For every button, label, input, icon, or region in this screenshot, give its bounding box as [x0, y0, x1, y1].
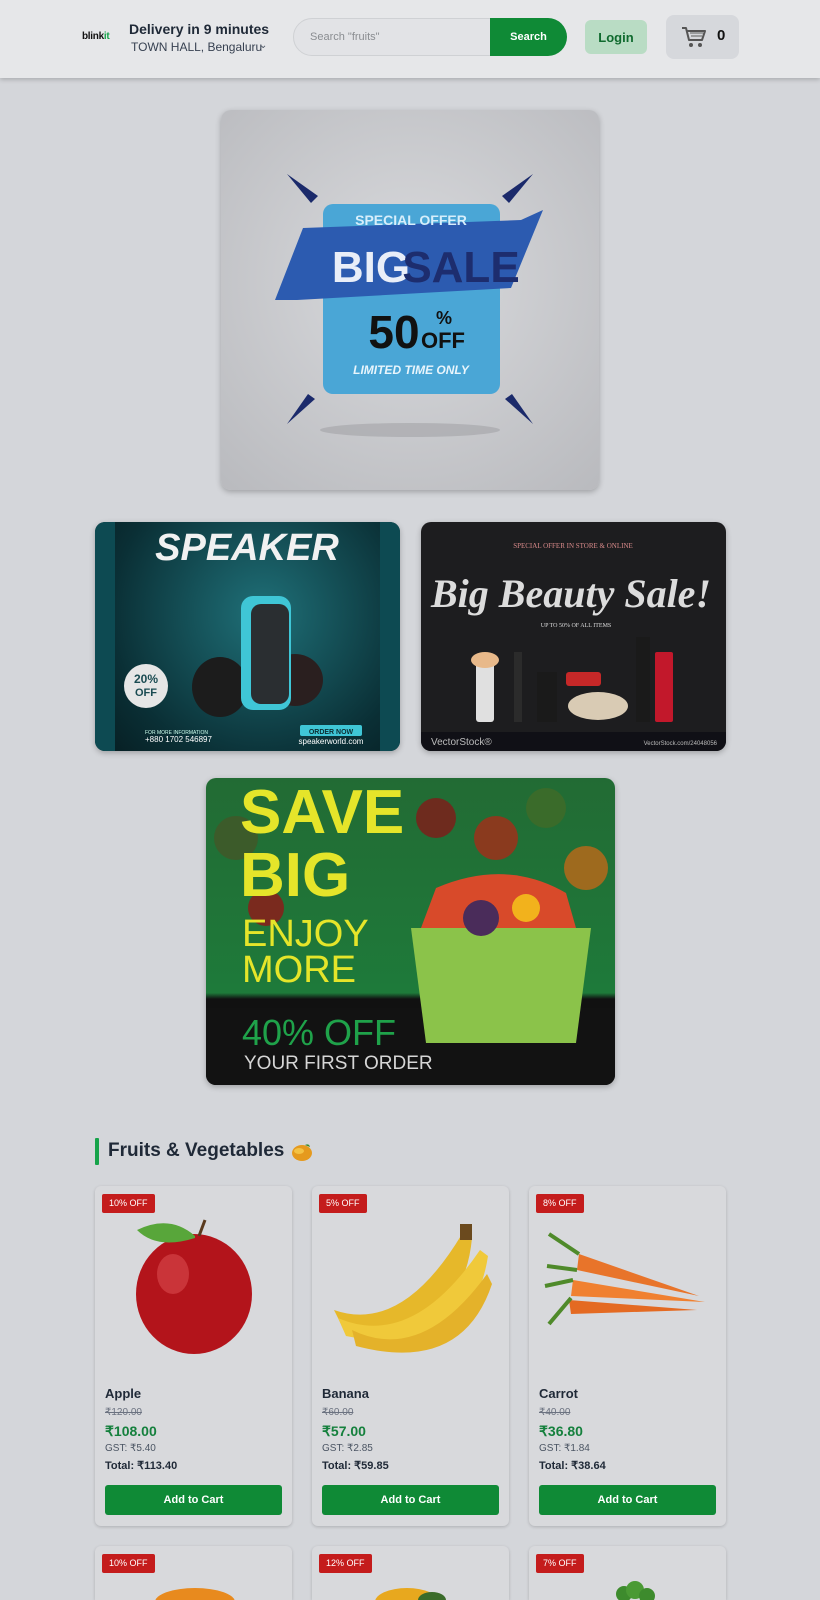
add-to-cart-button[interactable]: Add to Cart [539, 1485, 716, 1515]
logo-main: blink [82, 31, 104, 42]
big-sale-percent: 50 [368, 306, 419, 358]
save-big-banner[interactable]: SAVE BIG ENJOY MORE 40% OFF YOUR FIRST O… [206, 778, 615, 1085]
search-bar: Search [293, 18, 567, 56]
big-sale-top-text: SPECIAL OFFER [355, 212, 467, 228]
save-big-line2: BIG [240, 841, 350, 910]
speaker-cta: ORDER NOW [309, 729, 354, 736]
cart-button[interactable]: 0 [666, 15, 739, 59]
product-card-row2-1[interactable]: 10% OFF [95, 1546, 292, 1600]
product-price: ₹108.00 [105, 1423, 157, 1439]
save-big-artwork: SAVE BIG ENJOY MORE 40% OFF YOUR FIRST O… [206, 778, 615, 1085]
product-card-row2-2[interactable]: 12% OFF [312, 1546, 509, 1600]
beauty-credit: VectorStock.com/24048056 [644, 741, 718, 747]
discount-badge: 8% OFF [536, 1194, 584, 1213]
cart-count: 0 [717, 27, 726, 44]
mango-image [375, 1588, 446, 1600]
section-title: Fruits & Vegetables [108, 1140, 285, 1161]
product-gst: GST: ₹5.40 [105, 1443, 156, 1454]
product-total: Total: ₹38.64 [539, 1460, 606, 1472]
beauty-artwork: SPECIAL OFFER IN STORE & ONLINE Big Beau… [421, 542, 726, 751]
search-button[interactable]: Search [490, 18, 567, 56]
discount-badge: 10% OFF [102, 1554, 155, 1573]
product-mrp: ₹60.00 [322, 1407, 354, 1418]
section-accent-bar [95, 1138, 99, 1165]
discount-badge: 7% OFF [536, 1554, 584, 1573]
delivery-location[interactable]: TOWN HALL, Bengaluru [131, 40, 262, 54]
product-name: Apple [105, 1386, 142, 1401]
add-to-cart-button[interactable]: Add to Cart [105, 1485, 282, 1515]
top-header: blinkit Delivery in 9 minutes TOWN HALL,… [0, 0, 820, 78]
product-card-apple[interactable]: 10% OFF Apple ₹120.00 ₹108.00 GST: ₹5.40… [95, 1186, 292, 1526]
beauty-title: Big Beauty Sale! [430, 571, 711, 616]
logo-accent: it [103, 31, 110, 42]
product-total: Total: ₹113.40 [105, 1460, 178, 1472]
discount-badge: 5% OFF [319, 1194, 367, 1213]
beauty-sale-banner[interactable]: SPECIAL OFFER IN STORE & ONLINE Big Beau… [421, 522, 726, 751]
discount-badge: 10% OFF [102, 1194, 155, 1213]
big-sale-banner[interactable]: SPECIAL OFFER BIG SALE 50 % OFF LIMITED … [221, 110, 599, 490]
add-to-cart-button[interactable]: Add to Cart [322, 1485, 499, 1515]
carrot-image [544, 1232, 705, 1326]
chevron-down-icon[interactable]: ⌄ [259, 40, 267, 51]
product-name: Carrot [539, 1386, 579, 1401]
product-card-banana[interactable]: 5% OFF Banana ₹60.00 ₹57.00 GST: ₹2.85 T… [312, 1186, 509, 1526]
login-button[interactable]: Login [585, 20, 647, 54]
product-gst: GST: ₹1.84 [539, 1443, 590, 1454]
save-big-offer: 40% OFF [242, 1012, 396, 1053]
product-mrp: ₹40.00 [539, 1407, 571, 1418]
discount-badge: 12% OFF [319, 1554, 372, 1573]
cart-icon [682, 27, 706, 47]
blinkit-logo[interactable]: blinkit [82, 31, 110, 42]
big-sale-word-big: BIG [332, 243, 410, 292]
product-price: ₹57.00 [322, 1423, 366, 1439]
big-sale-word-sale: SALE [402, 243, 519, 292]
orange-image [155, 1588, 235, 1600]
big-sale-pct-sign: % [436, 308, 452, 328]
big-sale-artwork: SPECIAL OFFER BIG SALE 50 % OFF LIMITED … [275, 174, 543, 437]
speaker-phone: +880 1702 546897 [145, 735, 213, 744]
product-price: ₹36.80 [539, 1423, 583, 1439]
banana-image [334, 1224, 492, 1353]
speaker-website: speakerworld.com [299, 737, 364, 746]
product-gst: GST: ₹2.85 [322, 1443, 373, 1454]
speaker-badge-off: OFF [135, 687, 157, 699]
mango-icon [292, 1144, 312, 1161]
product-total: Total: ₹59.85 [322, 1460, 389, 1472]
search-input[interactable] [294, 19, 489, 55]
save-big-line1: SAVE [240, 778, 404, 847]
product-mrp: ₹120.00 [105, 1407, 142, 1418]
beauty-watermark: VectorStock® [431, 737, 492, 748]
save-big-line4: MORE [242, 949, 356, 991]
product-name: Banana [322, 1386, 369, 1401]
speaker-artwork: SPEAKER 20% OFF FOR MORE INFORMATION +88… [95, 522, 400, 751]
greens-image [616, 1581, 655, 1600]
product-card-row2-3[interactable]: 7% OFF [529, 1546, 726, 1600]
big-sale-bottom-text: LIMITED TIME ONLY [353, 363, 470, 377]
delivery-title: Delivery in 9 minutes [129, 21, 270, 37]
big-sale-off: OFF [421, 328, 465, 353]
beauty-top-text: SPECIAL OFFER IN STORE & ONLINE [513, 542, 633, 550]
product-card-carrot[interactable]: 8% OFF Carrot ₹40.00 ₹36.80 GST: ₹1.84 T… [529, 1186, 726, 1526]
speaker-title: SPEAKER [155, 527, 339, 569]
speaker-banner[interactable]: SPEAKER 20% OFF FOR MORE INFORMATION +88… [95, 522, 400, 751]
beauty-sub: UP TO 50% OF ALL ITEMS [541, 623, 612, 629]
apple-image [136, 1219, 252, 1354]
save-big-offer-sub: YOUR FIRST ORDER [244, 1053, 433, 1074]
speaker-badge-pct: 20% [134, 672, 158, 686]
